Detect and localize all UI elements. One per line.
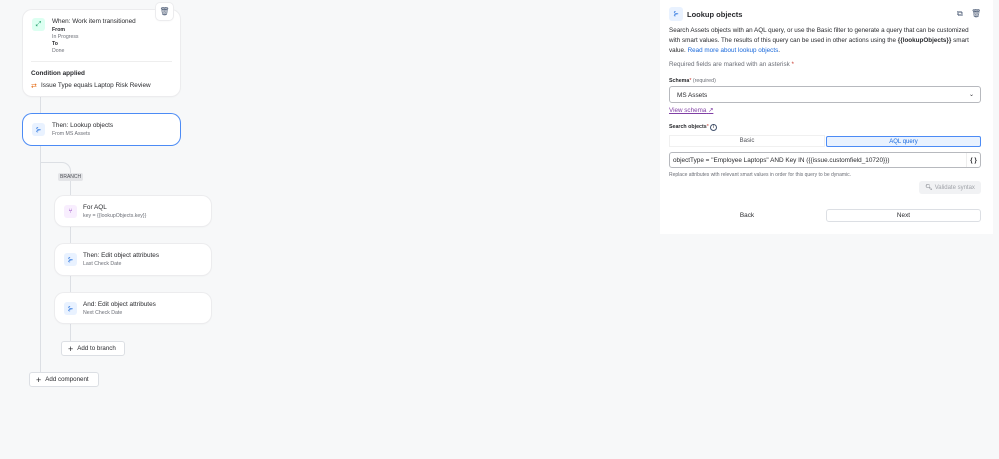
external-link-icon: ↗ (708, 107, 714, 114)
to-label: To (52, 41, 58, 47)
delete-trigger-button[interactable]: 🗑 (156, 3, 173, 20)
helper-text: Replace attributes with relevant smart v… (669, 172, 852, 178)
plus-icon: + (68, 343, 74, 354)
chevron-down-icon: ⌄ (968, 92, 974, 98)
desc-text: value. (669, 47, 688, 54)
to-value: Done (52, 48, 65, 54)
asterisk: * (706, 124, 709, 130)
desc-text: smart (951, 37, 969, 44)
query-value: objectType = "Employee Laptops" AND Key … (673, 157, 890, 164)
trash-icon: 🗑 (159, 7, 170, 16)
lookup-icon: ⊱ (32, 123, 45, 136)
action-icon: ⊱ (64, 302, 77, 315)
from-value: In Progress (52, 34, 79, 40)
trigger-card[interactable]: ⤢ When: Work item transitioned From In P… (23, 10, 180, 96)
add-to-branch-button[interactable]: + Add to branch (61, 341, 125, 356)
link-label: View schema (669, 107, 707, 114)
condition-text: Issue Type equals Laptop Risk Review (41, 82, 151, 89)
button-label: Add component (45, 376, 89, 383)
required-note: Required fields are marked with an aster… (669, 61, 790, 68)
tab-basic[interactable]: Basic (669, 135, 825, 147)
validate-syntax-button[interactable]: 🔍︎ Validate syntax (919, 181, 981, 194)
desc-line: with smart values. The results of this q… (669, 36, 969, 46)
tab-aql-query[interactable]: AQL query (826, 136, 981, 147)
schema-select[interactable]: MS Assets ⌄ (669, 86, 981, 103)
add-component-button[interactable]: + Add component (29, 372, 99, 387)
branch-icon: ⑂ (64, 205, 77, 218)
desc-line: value. Read more about lookup objects. (669, 46, 969, 56)
search-objects-label: Search objects (669, 124, 707, 130)
view-schema-link[interactable]: View schema ↗ (669, 106, 713, 116)
lookup-icon: ⊱ (669, 7, 683, 21)
next-button[interactable]: Next (826, 209, 981, 222)
lookup-objects-card[interactable]: ⊱ Then: Lookup objects From MS Assets (23, 114, 180, 145)
button-label: Validate syntax (934, 184, 975, 191)
desc-line: Search Assets objects with an AQL query,… (669, 27, 969, 34)
button-label: Add to branch (77, 345, 116, 352)
schema-label: Schema (669, 78, 690, 84)
trigger-title: When: Work item transitioned (52, 18, 136, 25)
condition-heading: Condition applied (31, 70, 85, 77)
card-subtitle: From MS Assets (52, 131, 91, 137)
smart-value: {{lookupObjects}} (897, 37, 952, 44)
branch-card-for-aql[interactable]: ⑂ For AQL key = {{lookupObjects.key}} (55, 196, 211, 226)
divider (31, 61, 172, 62)
card-title: Then: Edit object attributes (83, 252, 160, 259)
aql-query-input[interactable]: objectType = "Employee Laptops" AND Key … (669, 152, 981, 168)
required-hint: (required) (692, 78, 716, 84)
asterisk: * (689, 78, 692, 84)
panel-description: Search Assets objects with an AQL query,… (669, 26, 969, 56)
desc-text: with smart values. The results of this q… (669, 37, 898, 44)
card-subtitle: Next Check Date (83, 310, 123, 316)
search-icon: 🔍︎ (925, 185, 933, 191)
card-title: For AQL (83, 204, 107, 211)
desc-text: . (778, 47, 780, 54)
info-icon[interactable]: i (710, 124, 718, 131)
panel-title: Lookup objects (687, 10, 743, 19)
branch-label: BRANCH (58, 173, 84, 181)
schema-value: MS Assets (677, 92, 708, 99)
from-label: From (52, 27, 65, 33)
action-icon: ⊱ (64, 253, 77, 266)
branch-card-edit-next[interactable]: ⊱ And: Edit object attributes Next Check… (55, 293, 211, 323)
smart-values-button[interactable]: { } (966, 153, 980, 167)
card-title: And: Edit object attributes (83, 301, 156, 308)
condition-icon: ⇄ (31, 83, 37, 90)
trash-icon[interactable]: 🗑 (971, 9, 981, 18)
asterisk: * (791, 61, 794, 68)
transition-icon: ⤢ (32, 18, 45, 31)
branch-card-edit-last[interactable]: ⊱ Then: Edit object attributes Last Chec… (55, 244, 211, 275)
card-subtitle: key = {{lookupObjects.key}} (83, 213, 147, 219)
plus-icon: + (36, 374, 42, 385)
read-more-link[interactable]: Read more about lookup objects (688, 47, 779, 54)
duplicate-icon[interactable]: ⧉ (957, 9, 963, 19)
card-title: Then: Lookup objects (52, 122, 114, 129)
card-subtitle: Last Check Date (83, 261, 122, 267)
back-button[interactable]: Back (669, 209, 825, 222)
